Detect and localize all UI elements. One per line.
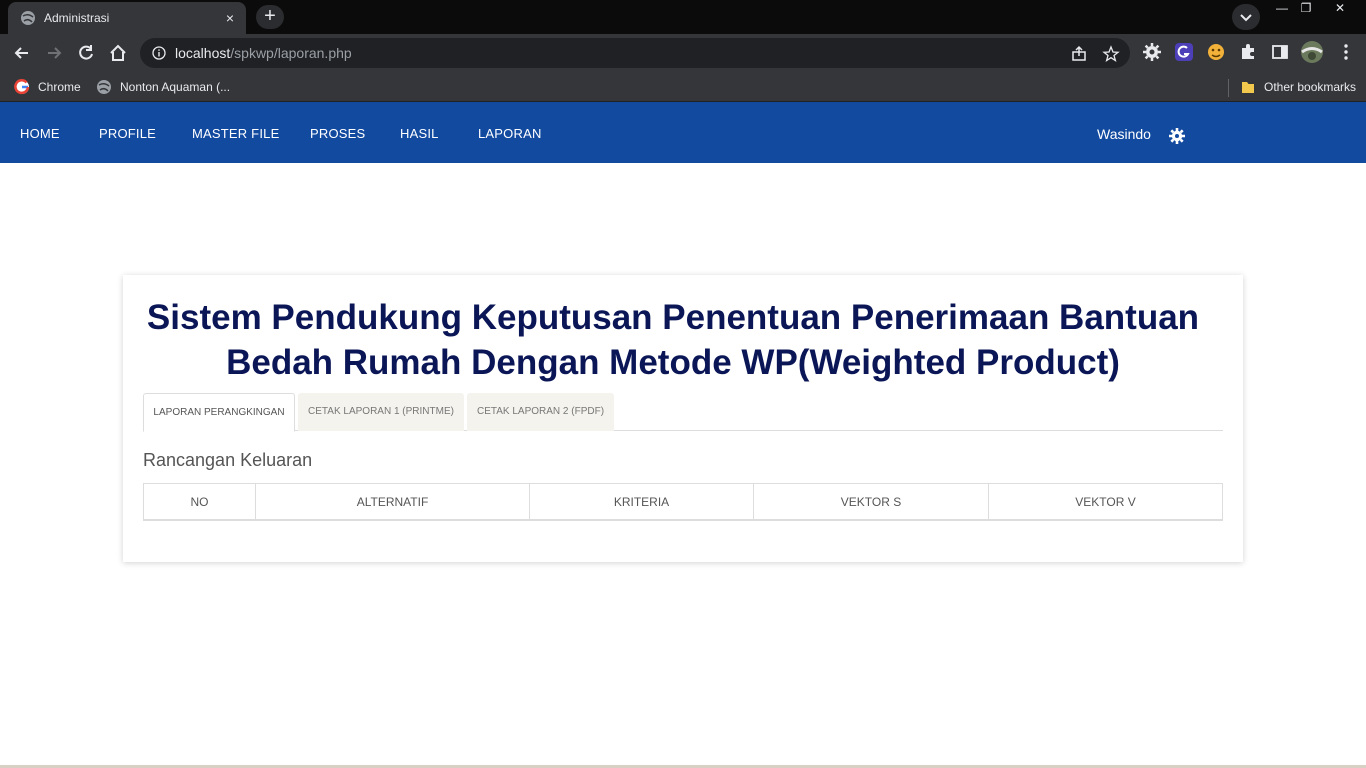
- browser-tab[interactable]: Administrasi ×: [8, 2, 246, 34]
- restore-button[interactable]: ❐: [1294, 0, 1318, 18]
- settings-gear-icon[interactable]: [1168, 127, 1186, 145]
- bookmark-label: Chrome: [38, 80, 81, 94]
- globe-icon: [97, 80, 111, 94]
- page-title: Sistem Pendukung Keputusan Penentuan Pen…: [146, 298, 1200, 382]
- share-icon[interactable]: [1070, 45, 1088, 63]
- folder-icon: [1242, 82, 1254, 93]
- bookmark-aquaman[interactable]: Nonton Aquaman (...: [96, 78, 230, 96]
- avatar[interactable]: [1300, 40, 1324, 64]
- back-icon[interactable]: [12, 43, 32, 63]
- info-icon[interactable]: [152, 46, 166, 60]
- url-host: localhost: [175, 45, 231, 61]
- gear-icon[interactable]: [1142, 42, 1162, 62]
- browser-tabstrip: Administrasi × + — ❐ ✕: [0, 0, 1366, 34]
- table-header-alternatif: ALTERNATIF: [256, 484, 530, 520]
- table-header-kriteria: KRITERIA: [530, 484, 754, 520]
- report-card: Sistem Pendukung Keputusan Penentuan Pen…: [123, 275, 1243, 562]
- google-icon: [14, 79, 30, 95]
- other-bookmarks[interactable]: Other bookmarks: [1240, 78, 1356, 96]
- url-path: /spkwp/laporan.php: [230, 45, 352, 61]
- bookmark-chrome[interactable]: Chrome: [14, 78, 81, 96]
- bookmarks-divider: [1228, 79, 1229, 97]
- sidebar-icon[interactable]: [1270, 42, 1290, 62]
- tab-cetak-laporan-1[interactable]: CETAK LAPORAN 1 (PRINTME): [298, 393, 464, 431]
- bookmark-label: Nonton Aquaman (...: [120, 80, 231, 94]
- reload-icon[interactable]: [76, 43, 96, 63]
- home-icon[interactable]: [108, 43, 128, 63]
- chevron-down-icon[interactable]: [1232, 4, 1260, 30]
- close-icon[interactable]: ×: [220, 10, 240, 26]
- forward-icon[interactable]: [44, 43, 64, 63]
- section-title: Rancangan Keluaran: [143, 450, 313, 470]
- nav-item-home[interactable]: HOME: [20, 126, 60, 141]
- output-table-header: NO ALTERNATIF KRITERIA VEKTOR S VEKTOR V: [143, 483, 1223, 521]
- extension-icon[interactable]: [1174, 42, 1194, 62]
- globe-icon: [21, 11, 35, 25]
- nav-item-master-file[interactable]: MASTER FILE: [192, 126, 279, 141]
- main-navbar: HOME PROFILE MASTER FILE PROSES HASIL LA…: [0, 102, 1366, 163]
- table-header-vektor-v: VEKTOR V: [1075, 495, 1136, 509]
- other-bookmarks-label: Other bookmarks: [1264, 80, 1357, 94]
- bookmarks-bar: Chrome Nonton Aquaman (... Other bookmar…: [0, 72, 1366, 102]
- emoji-extension-icon[interactable]: [1206, 42, 1226, 62]
- nav-item-proses[interactable]: PROSES: [310, 126, 365, 141]
- menu-dots-icon[interactable]: [1336, 42, 1356, 62]
- nav-item-profile[interactable]: PROFILE: [99, 126, 156, 141]
- tab-laporan-perangkingan[interactable]: LAPORAN PERANGKINGAN: [143, 393, 295, 432]
- puzzle-icon[interactable]: [1238, 42, 1258, 62]
- address-bar[interactable]: localhost/spkwp/laporan.php: [140, 38, 1130, 68]
- star-icon[interactable]: [1102, 45, 1120, 63]
- user-name[interactable]: Wasindo: [1097, 126, 1151, 142]
- table-header-no: NO: [144, 484, 256, 520]
- window-close-button[interactable]: ✕: [1328, 0, 1352, 18]
- tab-cetak-laporan-2[interactable]: CETAK LAPORAN 2 (FPDF): [467, 393, 614, 431]
- nav-item-laporan[interactable]: LAPORAN: [478, 126, 542, 141]
- tab-title: Administrasi: [44, 11, 110, 25]
- nav-item-hasil[interactable]: HASIL: [400, 126, 439, 141]
- browser-toolbar: localhost/spkwp/laporan.php: [0, 34, 1366, 72]
- plus-icon[interactable]: +: [256, 5, 284, 29]
- minimize-button[interactable]: —: [1270, 0, 1294, 18]
- report-tabs: LAPORAN PERANGKINGAN CETAK LAPORAN 1 (PR…: [143, 393, 1223, 432]
- table-header-vektor-s: VEKTOR S: [754, 484, 989, 520]
